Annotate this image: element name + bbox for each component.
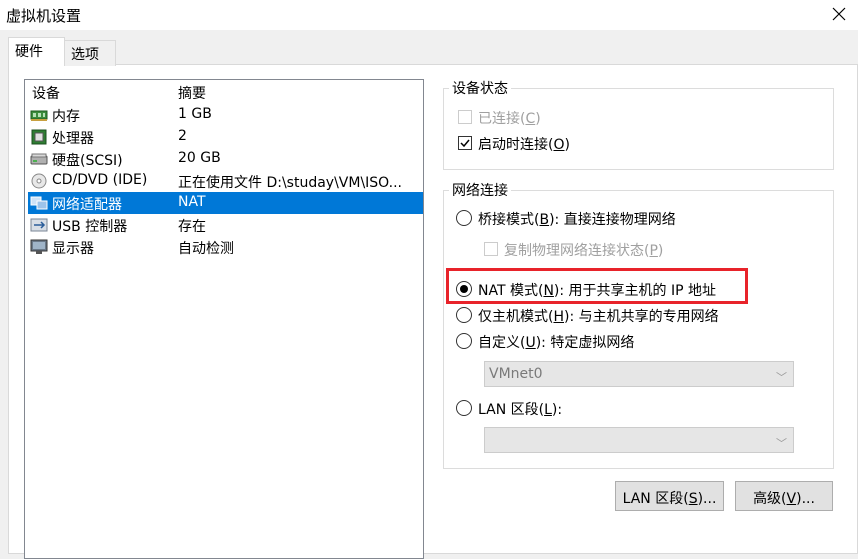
custom-network-select[interactable]: VMnet0 ﹀ (484, 361, 794, 387)
connected-checkbox-box[interactable] (458, 110, 472, 124)
device-summary: 2 (178, 128, 187, 144)
device-row-harddisk[interactable]: 硬盘(SCSI) 20 GB (28, 148, 423, 170)
chevron-down-icon: ﹀ (776, 371, 787, 384)
device-row-display[interactable]: 显示器 自动检测 (28, 236, 423, 258)
device-column-header[interactable]: 设备 (32, 83, 60, 103)
lan-segment-radio-circle[interactable] (456, 400, 472, 416)
device-summary: 20 GB (178, 150, 221, 166)
device-summary: 自动检测 (178, 241, 234, 257)
custom-key: U (525, 335, 536, 351)
connect-on-power-checkbox-box[interactable] (458, 136, 472, 150)
custom-label: 自定义( (478, 335, 526, 351)
tab-hardware[interactable]: 硬件 (8, 37, 65, 65)
device-row-processor[interactable]: 处理器 2 (28, 126, 423, 148)
advanced-button[interactable]: 高级(V)... (735, 481, 833, 511)
device-name: 显示器 (52, 241, 94, 257)
custom-radio-circle[interactable] (456, 333, 472, 349)
device-summary: NAT (178, 194, 206, 210)
device-summary: 正在使用文件 D:\studay\VM\ISO... (178, 175, 402, 191)
chevron-down-icon: ﹀ (776, 437, 787, 450)
device-summary: 存在 (178, 219, 206, 235)
summary-column-header[interactable]: 摘要 (178, 83, 206, 103)
host-only-suffix: ): 与主机共享的专用网络 (564, 309, 719, 325)
connected-checkbox[interactable]: 已连接(C) (458, 108, 588, 128)
device-row-usb[interactable]: USB 控制器 存在 (28, 214, 423, 236)
connected-key: C (525, 111, 536, 127)
device-row-memory[interactable]: 内存 1 GB (28, 104, 423, 126)
host-only-radio-circle[interactable] (456, 307, 472, 323)
nat-radio[interactable]: NAT 模式(N): 用于共享主机的 IP 地址 (456, 280, 741, 300)
advanced-button-label: 高级( (753, 491, 787, 507)
device-status-group (443, 88, 834, 170)
title-bar (0, 0, 858, 30)
bridged-label: 桥接模式( (478, 212, 540, 228)
bridged-radio-circle[interactable] (456, 210, 472, 226)
network-connection-title: 网络连接 (449, 180, 511, 200)
bridged-radio[interactable]: 桥接模式(B): 直接连接物理网络 (456, 209, 706, 229)
device-row-cd-dvd[interactable]: CD/DVD (IDE) 正在使用文件 D:\studay\VM\ISO... (28, 170, 423, 192)
device-status-title: 设备状态 (449, 78, 511, 98)
processor-icon (30, 129, 48, 145)
host-only-key: H (553, 309, 564, 325)
device-name: 处理器 (52, 131, 94, 147)
bridged-suffix: ): 直接连接物理网络 (549, 212, 676, 228)
connect-on-power-suffix: ) (564, 137, 570, 153)
custom-network-value: VMnet0 (489, 366, 543, 382)
device-name: CD/DVD (IDE) (52, 172, 148, 188)
device-row-network-adapter[interactable]: 网络适配器 NAT (28, 192, 423, 214)
network-adapter-icon (30, 195, 48, 211)
device-name: USB 控制器 (52, 219, 128, 235)
replicate-checkbox[interactable]: 复制物理网络连接状态(P) (484, 240, 684, 260)
nat-key: N (543, 283, 554, 299)
checkmark-icon (460, 139, 470, 148)
bridged-key: B (539, 212, 550, 228)
display-icon (30, 239, 48, 255)
host-only-label: 仅主机模式( (478, 309, 554, 325)
replicate-key: P (649, 243, 658, 259)
custom-radio[interactable]: 自定义(U): 特定虚拟网络 (456, 332, 656, 352)
usb-icon (30, 217, 48, 233)
device-name: 内存 (52, 109, 80, 125)
radio-selected-dot (460, 285, 468, 293)
lan-segments-button-label: LAN 区段( (622, 491, 689, 507)
cd-dvd-icon (30, 173, 48, 189)
lan-segments-button-key: S (688, 491, 698, 507)
harddisk-icon (30, 151, 48, 167)
lan-segments-button-suffix: )... (697, 491, 717, 507)
replicate-label: 复制物理网络连接状态( (504, 243, 650, 259)
window-title: 虚拟机设置 (6, 7, 82, 25)
close-icon[interactable] (827, 2, 851, 26)
connected-suffix: ) (535, 111, 541, 127)
device-name: 硬盘(SCSI) (52, 153, 123, 169)
tab-options[interactable]: 选项 (64, 40, 116, 66)
nat-suffix: ): 用于共享主机的 IP 地址 (553, 283, 717, 299)
replicate-suffix: ) (657, 243, 664, 259)
connect-on-power-label: 启动时连接( (478, 137, 554, 153)
custom-suffix: ): 特定虚拟网络 (535, 335, 635, 351)
lan-segment-select[interactable]: ﹀ (484, 427, 794, 453)
lan-segments-button[interactable]: LAN 区段(S)... (615, 481, 724, 511)
device-summary: 1 GB (178, 106, 212, 122)
advanced-button-key: V (786, 491, 797, 507)
lan-segment-radio[interactable]: LAN 区段(L): (456, 399, 606, 419)
memory-icon (30, 107, 48, 123)
connected-label: 已连接( (478, 111, 526, 127)
lan-segment-key: L (544, 402, 552, 418)
lan-segment-suffix: ): (551, 402, 563, 418)
replicate-checkbox-box[interactable] (484, 242, 498, 256)
connect-on-power-key: O (553, 137, 565, 153)
lan-segment-label: LAN 区段( (478, 402, 545, 418)
nat-label: NAT 模式( (478, 283, 544, 299)
connect-on-power-checkbox[interactable]: 启动时连接(O) (458, 134, 598, 154)
host-only-radio[interactable]: 仅主机模式(H): 与主机共享的专用网络 (456, 306, 741, 326)
advanced-button-suffix: )... (796, 491, 815, 507)
nat-radio-circle[interactable] (456, 281, 472, 297)
device-name: 网络适配器 (52, 197, 122, 213)
